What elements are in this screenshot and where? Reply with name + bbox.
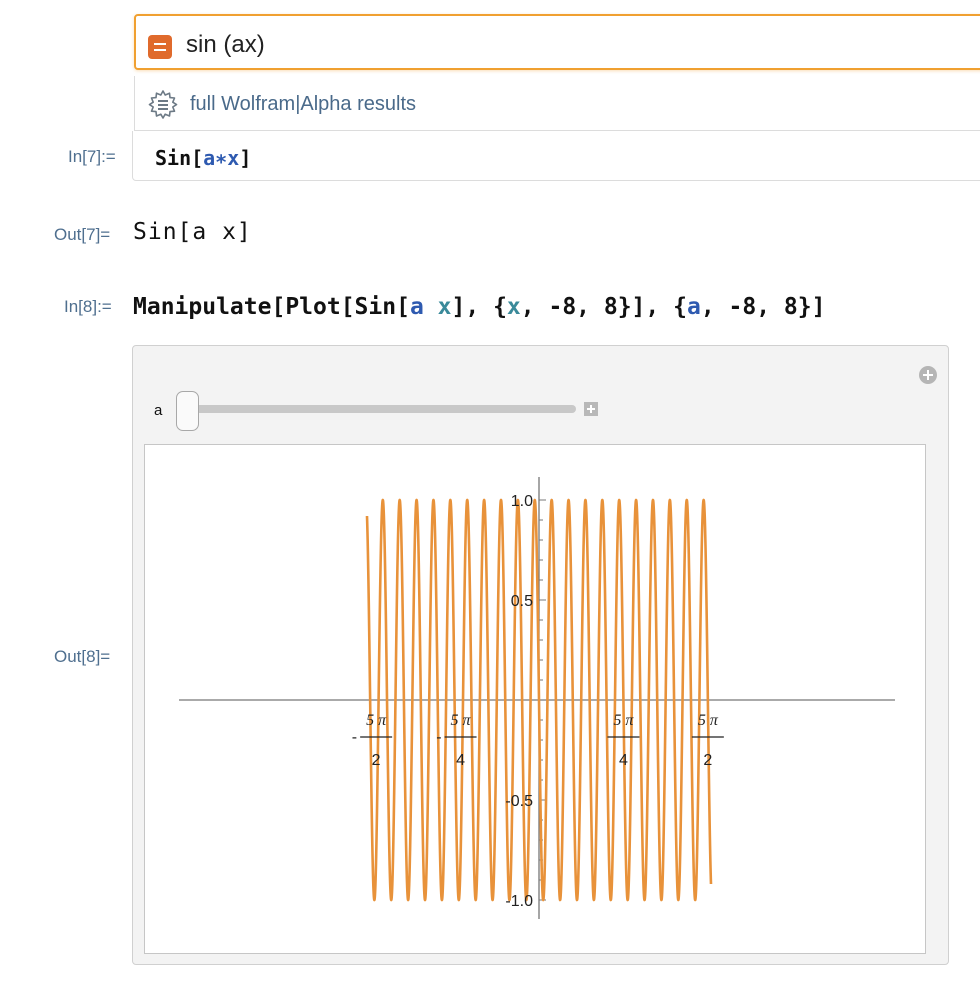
code-part: , -8, 8}] [700,294,826,320]
x-tick-label-denominator: 2 [703,752,712,769]
plus-circle-icon[interactable] [918,365,938,385]
slider-expand-icon[interactable] [584,402,598,416]
out8-label: Out[8]= [54,647,111,666]
sine-plot: 1.00.5-0.5-1.05 π2-5 π4-5 π45 π2 [179,477,895,919]
y-tick-label: -0.5 [505,793,533,810]
code-var-x: x [227,146,240,170]
slider-track[interactable] [188,405,576,413]
code-var-a: a [203,146,216,170]
code-part: , -8, 8}], { [520,294,687,320]
code-part: Manipulate[Plot[Sin[ [133,294,410,320]
x-tick-label-denominator: 4 [456,752,465,769]
x-tick-label-numerator: 5 π [366,712,387,729]
x-tick-label-minus: - [436,729,441,746]
wolfram-gear-icon [148,90,178,119]
in8-code[interactable]: Manipulate[Plot[Sin[a x], {x, -8, 8}], {… [133,292,825,322]
x-tick-label-numerator: 5 π [451,712,472,729]
slider-thumb[interactable] [176,391,199,431]
wolfram-alpha-query[interactable]: sin (ax) [186,30,265,60]
y-tick-label: 1.0 [511,493,533,510]
slider-label: a [154,402,163,419]
out7-text: Sin[a x] [133,219,252,245]
y-tick-label: 0.5 [511,593,533,610]
x-tick-label-denominator: 2 [372,752,381,769]
x-tick-label-numerator: 5 π [698,712,719,729]
code-part: ], { [451,294,507,320]
out7-label: Out[7]= [54,225,111,244]
code-op: ∗ [215,146,228,170]
code-close: ] [239,146,252,170]
x-tick-label-numerator: 5 π [613,712,634,729]
code-var-x: x [437,294,452,320]
in7-code[interactable]: Sin[a∗x] [155,145,251,171]
in7-label: In[7]:= [68,147,116,166]
code-var-a: a [409,294,424,320]
code-var-x: x [506,294,521,320]
in8-label: In[8]:= [64,297,112,316]
code-var-a: a [686,294,701,320]
input-cell-7[interactable] [132,131,980,181]
x-tick-label-denominator: 4 [619,752,628,769]
wolfram-alpha-equals-icon [148,35,172,59]
y-tick-label: -1.0 [505,893,533,910]
x-tick-label-minus: - [352,729,357,746]
plot-frame: 1.0 0.5 -0.5 -1.0 5 π2-5 π4-5 π45 π2 [144,444,926,954]
code-fn: Sin[ [155,146,204,170]
full-results-link[interactable]: full Wolfram|Alpha results [190,92,416,116]
